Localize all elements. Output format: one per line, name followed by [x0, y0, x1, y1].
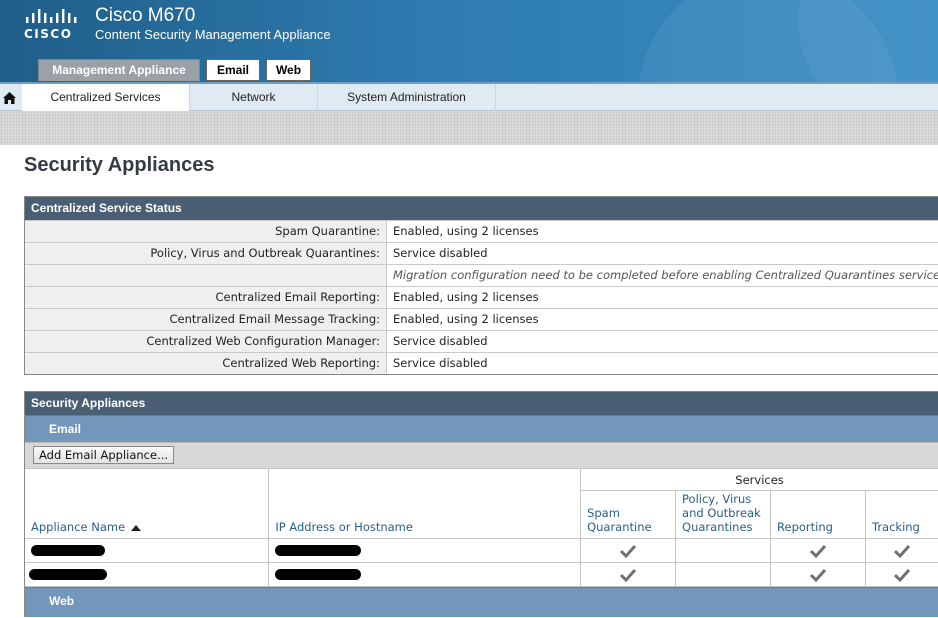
status-value: Enabled, using 2 licenses: [393, 290, 539, 304]
redacted-text: [275, 569, 362, 580]
status-value: Enabled, using 2 licenses: [393, 224, 539, 238]
web-section-header: Web: [25, 587, 938, 617]
checkmark-icon: [620, 544, 637, 558]
appliances-table: Appliance Name IP Address or Hostname Se…: [25, 468, 938, 587]
pvo-cell: [675, 562, 772, 587]
status-row: Centralized Web Reporting: Service disab…: [25, 352, 938, 374]
product-name: Cisco M670: [95, 5, 196, 26]
nav-network[interactable]: Network: [190, 84, 318, 111]
panel-title: Security Appliances: [25, 392, 938, 415]
page-title: Security Appliances: [24, 154, 215, 176]
status-label: Centralized Email Message Tracking:: [25, 309, 387, 330]
column-header-pvo-quarantines: Policy, Virus and Outbreak Quarantines: [675, 490, 772, 539]
tab-email[interactable]: Email: [206, 59, 260, 81]
product-subtitle: Content Security Management Appliance: [95, 27, 331, 42]
checkmark-icon: [620, 568, 637, 582]
status-value: Service disabled: [393, 334, 488, 348]
status-label: Spam Quarantine:: [25, 221, 387, 242]
logo-text: CISCO: [24, 27, 73, 41]
panel-title: Centralized Service Status: [25, 197, 938, 220]
email-section-header: Email: [25, 415, 938, 442]
column-header-tracking: Tracking: [864, 490, 938, 539]
status-row: Policy, Virus and Outbreak Quarantines: …: [25, 242, 938, 264]
status-label: Policy, Virus and Outbreak Quarantines:: [25, 243, 387, 264]
redacted-text: [31, 545, 105, 556]
tab-management-appliance[interactable]: Management Appliance: [38, 59, 200, 81]
status-label: Centralized Web Configuration Manager:: [25, 331, 387, 352]
secondary-nav: Centralized Services Network System Admi…: [0, 82, 938, 111]
status-value: Enabled, using 2 licenses: [393, 312, 539, 326]
home-icon[interactable]: [0, 84, 20, 111]
redacted-text: [29, 569, 107, 580]
status-row: Centralized Web Configuration Manager: S…: [25, 330, 938, 352]
header-decoration: [798, 0, 938, 82]
nav-centralized-services[interactable]: Centralized Services: [22, 84, 190, 111]
checkmark-icon: [810, 568, 826, 582]
checkmark-icon: [893, 544, 910, 558]
tracking-check-cell: [864, 562, 938, 587]
status-label: Centralized Web Reporting:: [25, 353, 387, 374]
column-header-services: Services: [580, 468, 938, 491]
decorative-band: [0, 111, 938, 145]
spam-check-cell: [580, 538, 677, 563]
spam-check-cell: [580, 562, 677, 587]
column-header-reporting: Reporting: [770, 490, 866, 539]
table-row: [25, 562, 938, 587]
reporting-check-cell: [770, 562, 866, 587]
service-status-panel: Centralized Service Status Spam Quaranti…: [24, 196, 938, 375]
status-label: Centralized Email Reporting:: [25, 287, 387, 308]
nav-system-administration[interactable]: System Administration: [318, 84, 496, 111]
add-email-appliance-button[interactable]: Add Email Appliance...: [33, 446, 175, 464]
table-row: [25, 538, 938, 563]
status-row: Centralized Email Reporting: Enabled, us…: [25, 286, 938, 308]
status-row: Spam Quarantine: Enabled, using 2 licens…: [25, 220, 938, 242]
security-appliances-panel: Security Appliances Email Add Email Appl…: [24, 391, 938, 617]
column-header-appliance-name[interactable]: Appliance Name: [25, 468, 270, 539]
status-row: Migration configuration need to be compl…: [25, 264, 938, 286]
app-header: CISCO Cisco M670 Content Security Manage…: [0, 0, 938, 82]
checkmark-icon: [810, 544, 826, 558]
button-bar: Add Email Appliance...: [25, 442, 938, 468]
status-value: Service disabled: [393, 246, 488, 260]
checkmark-icon: [893, 568, 910, 582]
status-note: Migration configuration need to be compl…: [393, 268, 938, 282]
column-header-ip: IP Address or Hostname: [268, 468, 582, 539]
ip-cell: [268, 538, 582, 563]
tab-web[interactable]: Web: [266, 59, 311, 81]
column-header-spam-quarantine: Spam Quarantine: [580, 490, 677, 539]
ip-cell: [268, 562, 582, 587]
column-label: Appliance Name: [31, 520, 126, 534]
appliance-name-cell[interactable]: [25, 538, 270, 563]
status-row: Centralized Email Message Tracking: Enab…: [25, 308, 938, 330]
reporting-check-cell: [770, 538, 866, 563]
pvo-cell: [675, 538, 772, 563]
status-value: Service disabled: [393, 356, 488, 370]
redacted-text: [275, 545, 362, 556]
sort-ascending-icon[interactable]: [131, 524, 142, 531]
status-label: [25, 265, 387, 286]
tracking-check-cell: [864, 538, 938, 563]
appliance-name-cell[interactable]: [25, 562, 270, 587]
